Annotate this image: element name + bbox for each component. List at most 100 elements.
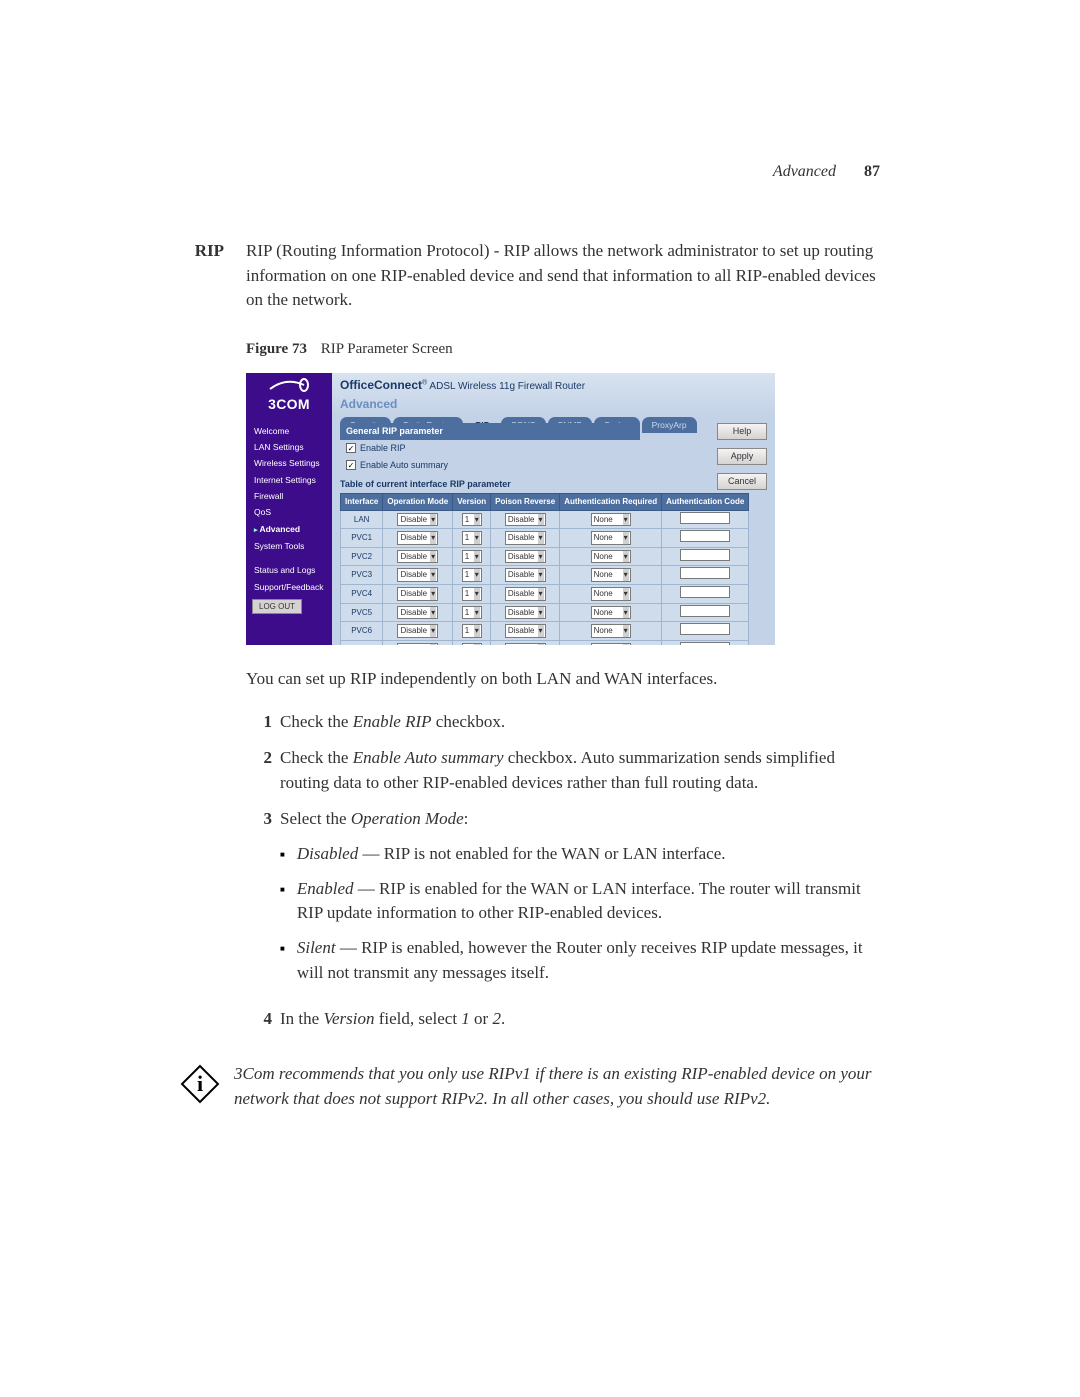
select-version[interactable]: 1 [462,531,482,545]
select-poison-reverse[interactable]: Disable [505,568,546,582]
input-auth-code[interactable] [680,567,730,579]
table-row: PVC4Disable1DisableNone [341,585,749,604]
sidebar-item-system-tools[interactable]: System Tools [246,538,332,554]
col-header: Poison Reverse [491,494,560,511]
step-2-text: Check the Enable Auto summary checkbox. … [280,746,880,795]
apply-button[interactable]: Apply [717,448,767,465]
select-auth-required[interactable]: None [591,606,631,620]
select-operation-mode[interactable]: Disable [397,587,438,601]
select-operation-mode[interactable]: Disable [397,643,438,645]
step-number: 3 [246,807,272,995]
step-3-text: Select the Operation Mode: Disabled — RI… [280,807,880,995]
bullet-enabled: Enabled — RIP is enabled for the WAN or … [297,877,880,926]
product-name-rest: ADSL Wireless 11g Firewall Router [429,381,585,392]
header-page-number: 87 [864,163,880,180]
select-version[interactable]: 1 [462,568,482,582]
action-buttons: Help Apply Cancel [717,423,767,490]
bullet-disabled: Disabled — RIP is not enabled for the WA… [297,842,726,867]
select-operation-mode[interactable]: Disable [397,624,438,638]
help-button[interactable]: Help [717,423,767,440]
input-auth-code[interactable] [680,530,730,542]
group-header-general-rip: General RIP parameter [340,423,640,440]
section-title-rip: RIP [180,239,224,1044]
sidebar-item-advanced[interactable]: Advanced [246,521,332,538]
sidebar-item-wireless-settings[interactable]: Wireless Settings [246,455,332,471]
select-poison-reverse[interactable]: Disable [505,624,546,638]
sidebar: WelcomeLAN SettingsWireless SettingsInte… [246,417,332,645]
sidebar-item-welcome[interactable]: Welcome [246,423,332,439]
table-row: LANDisable1DisableNone [341,510,749,529]
logo-swoosh-icon [268,375,310,393]
sidebar-item-qos[interactable]: QoS [246,504,332,520]
col-header: Version [453,494,491,511]
select-poison-reverse[interactable]: Disable [505,606,546,620]
input-auth-code[interactable] [680,512,730,524]
select-operation-mode[interactable]: Disable [397,550,438,564]
intro-paragraph: RIP (Routing Information Protocol) - RIP… [246,239,880,313]
table-row: PVC7Disable1DisableNone [341,640,749,645]
input-auth-code[interactable] [680,642,730,645]
product-line: OfficeConnect® ADSL Wireless 11g Firewal… [340,377,767,395]
input-auth-code[interactable] [680,549,730,561]
input-auth-code[interactable] [680,605,730,617]
logout-button[interactable]: LOG OUT [252,599,302,615]
select-version[interactable]: 1 [462,624,482,638]
header-section: Advanced [773,163,836,180]
sidebar-item-support-feedback[interactable]: Support/Feedback [246,579,332,595]
checkbox-enable-auto-summary[interactable]: ✓ [346,460,356,470]
select-auth-required[interactable]: None [591,550,631,564]
cancel-button[interactable]: Cancel [717,473,767,490]
select-version[interactable]: 1 [462,550,482,564]
col-header: Authentication Code [662,494,749,511]
select-version[interactable]: 1 [462,606,482,620]
product-name-bold: OfficeConnect [340,378,422,392]
info-note-icon: i [180,1062,220,1111]
screenshot-section-title: Advanced [340,396,767,413]
select-auth-required[interactable]: None [591,624,631,638]
rip-screenshot: 3COM OfficeConnect® ADSL Wireless 11g Fi… [246,373,775,645]
table-row: PVC1Disable1DisableNone [341,529,749,548]
select-operation-mode[interactable]: Disable [397,531,438,545]
table-row: PVC2Disable1DisableNone [341,547,749,566]
figure-number: Figure 73 [246,341,307,357]
select-poison-reverse[interactable]: Disable [505,531,546,545]
rip-interface-table: InterfaceOperation ModeVersionPoison Rev… [340,493,749,645]
col-header: Interface [341,494,383,511]
select-version[interactable]: 1 [462,587,482,601]
table-row: PVC6Disable1DisableNone [341,622,749,641]
logo-text: 3COM [268,394,310,414]
select-operation-mode[interactable]: Disable [397,568,438,582]
input-auth-code[interactable] [680,586,730,598]
page-header: Advanced 87 [180,160,880,183]
sidebar-item-status-and-logs[interactable]: Status and Logs [246,562,332,578]
select-version[interactable]: 1 [462,643,482,645]
sidebar-item-firewall[interactable]: Firewall [246,488,332,504]
step-number: 2 [246,746,272,795]
step-4-text: In the Version field, select 1 or 2. [280,1007,880,1032]
select-poison-reverse[interactable]: Disable [505,587,546,601]
select-auth-required[interactable]: None [591,587,631,601]
bullet-silent: Silent — RIP is enabled, however the Rou… [297,936,880,985]
select-poison-reverse[interactable]: Disable [505,513,546,527]
select-auth-required[interactable]: None [591,513,631,527]
info-note-text: 3Com recommends that you only use RIPv1 … [234,1062,880,1111]
select-operation-mode[interactable]: Disable [397,606,438,620]
checkbox-label-enable-auto-summary: Enable Auto summary [360,459,448,472]
sidebar-item-internet-settings[interactable]: Internet Settings [246,472,332,488]
select-poison-reverse[interactable]: Disable [505,550,546,564]
post-figure-text: You can set up RIP independently on both… [246,667,880,692]
input-auth-code[interactable] [680,623,730,635]
checkbox-enable-rip[interactable]: ✓ [346,443,356,453]
select-operation-mode[interactable]: Disable [397,513,438,527]
step-number: 4 [246,1007,272,1032]
select-poison-reverse[interactable]: Disable [505,643,546,645]
logo-3com: 3COM [246,373,332,417]
sidebar-item-lan-settings[interactable]: LAN Settings [246,439,332,455]
svg-text:i: i [197,1071,203,1096]
table-row: PVC5Disable1DisableNone [341,603,749,622]
select-auth-required[interactable]: None [591,568,631,582]
select-auth-required[interactable]: None [591,531,631,545]
select-auth-required[interactable]: None [591,643,631,645]
table-caption: Table of current interface RIP parameter [340,474,767,493]
select-version[interactable]: 1 [462,513,482,527]
